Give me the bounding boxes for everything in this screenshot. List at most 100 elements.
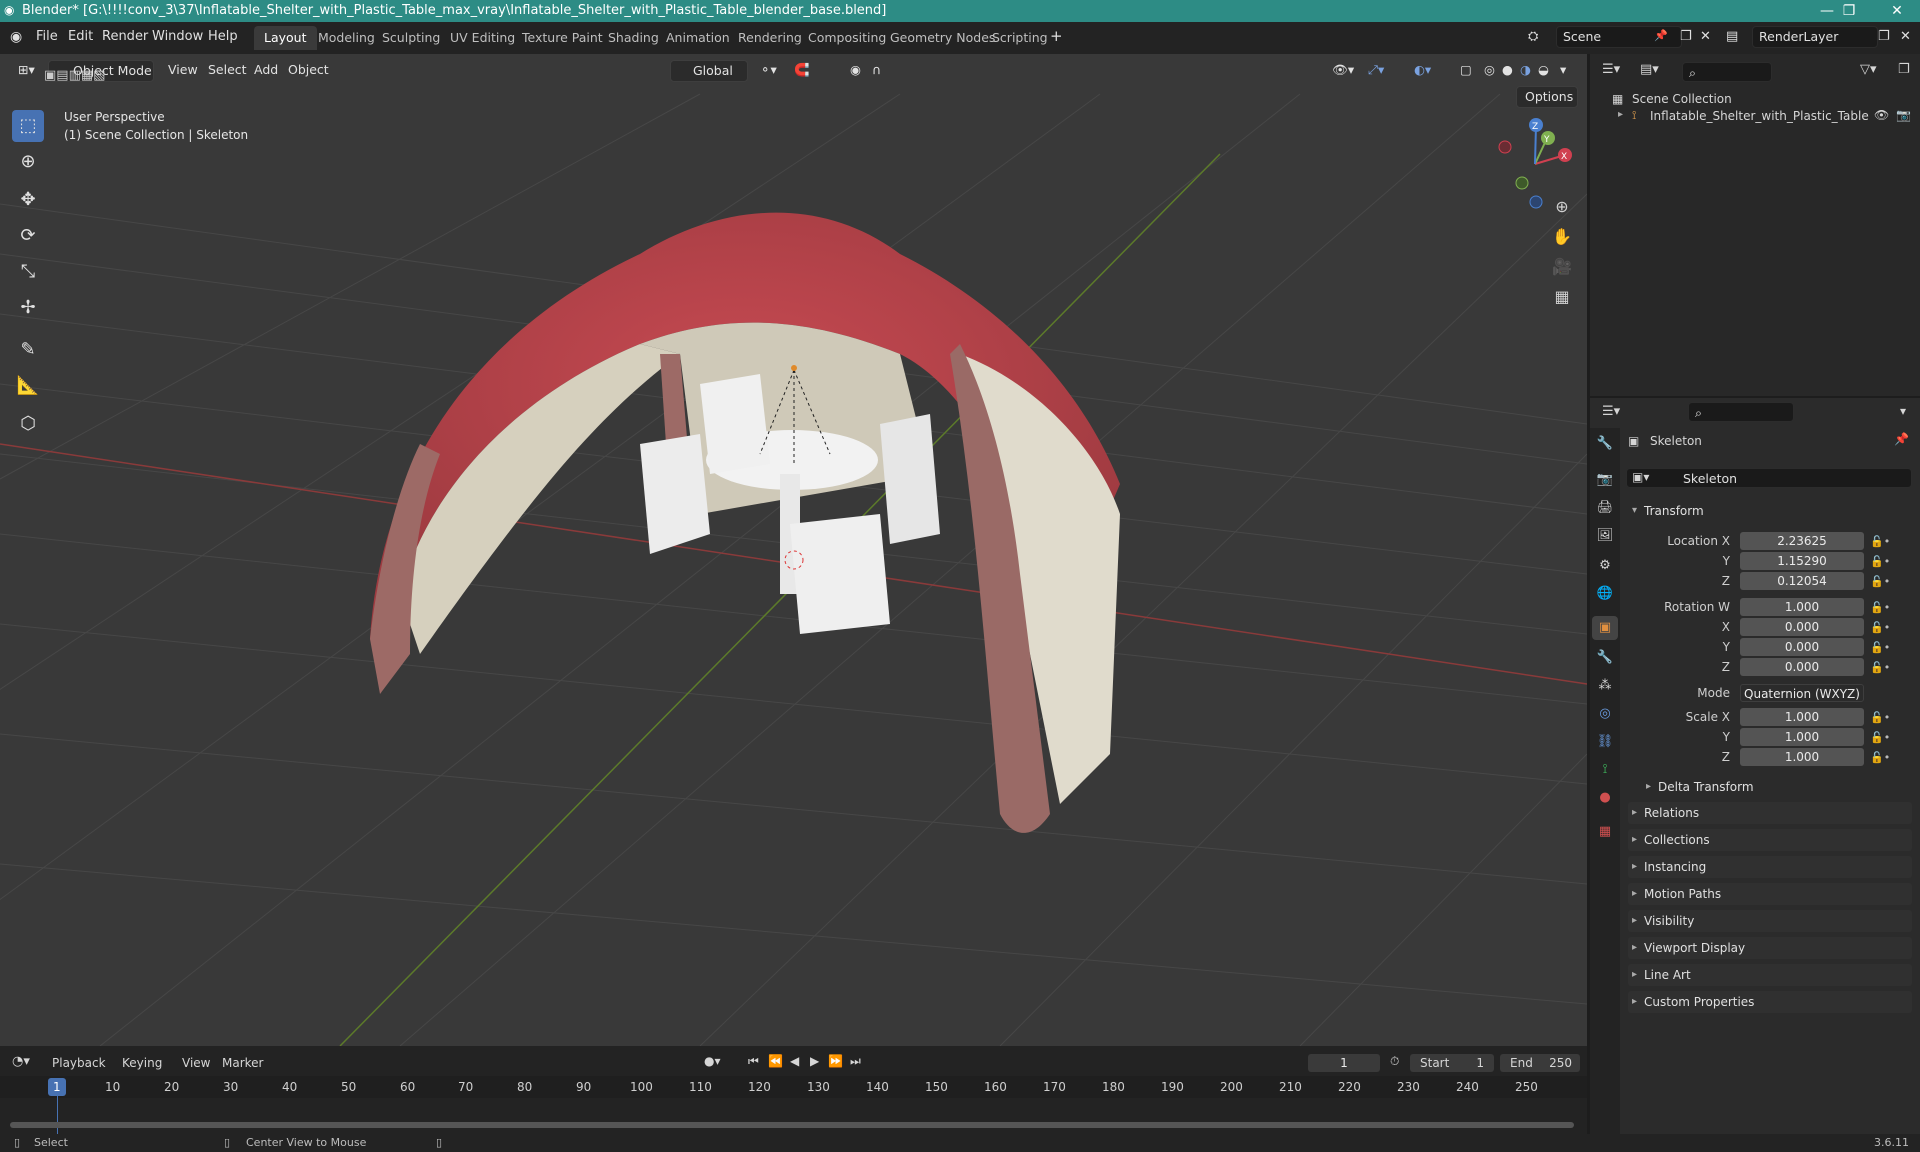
frame-end-field[interactable]: End 250: [1500, 1054, 1580, 1072]
menu-render[interactable]: Render: [102, 29, 148, 44]
particles-tab-icon[interactable]: ⁂: [1592, 674, 1618, 698]
material-tab-icon[interactable]: ●: [1592, 786, 1618, 810]
rotation-y-field[interactable]: 0.000: [1740, 638, 1864, 656]
transform-panel-header[interactable]: ▾ Transform: [1628, 500, 1912, 522]
xray-icon[interactable]: ▢: [1460, 62, 1472, 77]
scale-x-field[interactable]: 1.000: [1740, 708, 1864, 726]
editor-type-dropdown[interactable]: ⊞▾: [10, 60, 44, 82]
modifier-tab-icon[interactable]: 🔧: [1592, 646, 1618, 670]
properties-options-icon[interactable]: ▾: [1900, 404, 1906, 418]
timeline-editor-icon[interactable]: ◔▾: [12, 1054, 30, 1069]
next-keyframe-icon[interactable]: ⏩: [828, 1054, 843, 1068]
delete-view-layer-icon[interactable]: ✕: [1900, 29, 1911, 44]
menu-marker[interactable]: Marker: [222, 1056, 263, 1070]
menu-add[interactable]: Add: [254, 62, 278, 77]
scale-z-field[interactable]: 1.000: [1740, 748, 1864, 766]
move-tool[interactable]: ✥: [12, 184, 44, 216]
pivot-icon[interactable]: ⚬▾: [760, 62, 777, 77]
properties-search-input[interactable]: ⌕: [1688, 402, 1794, 422]
scene-collection-label[interactable]: Scene Collection: [1632, 92, 1732, 106]
menu-help[interactable]: Help: [208, 29, 238, 44]
render-tab-icon[interactable]: 📷: [1592, 468, 1618, 492]
viewport-display-panel[interactable]: ▸ Viewport Display: [1628, 937, 1912, 959]
tab-sculpting[interactable]: Sculpting: [372, 26, 450, 50]
new-collection-icon[interactable]: ❐: [1898, 62, 1910, 77]
add-workspace-icon[interactable]: +: [1050, 27, 1063, 45]
add-cube-tool[interactable]: ⬡: [12, 408, 44, 440]
eye-icon[interactable]: 👁: [1874, 108, 1889, 122]
orientation-dropdown[interactable]: Global: [670, 60, 748, 82]
tab-scripting[interactable]: Scripting: [982, 26, 1058, 50]
select-box-mode-icons[interactable]: ▣▤▥▦▧: [44, 68, 105, 83]
relations-panel[interactable]: ▸ Relations: [1628, 802, 1912, 824]
new-view-layer-icon[interactable]: ❐: [1878, 29, 1890, 44]
object-name-field[interactable]: Skeleton: [1626, 468, 1912, 488]
scale-tool[interactable]: ⤡: [12, 256, 44, 288]
lock-icon[interactable]: 🔓• 🔓• 🔓•: [1870, 708, 1890, 768]
frame-start-field[interactable]: Start 1: [1410, 1054, 1494, 1072]
camera-render-icon[interactable]: 📷: [1896, 108, 1911, 122]
object-tab-icon[interactable]: ▣: [1592, 616, 1618, 640]
zoom-icon[interactable]: ⊕: [1547, 192, 1577, 222]
properties-editor-icon[interactable]: ☰▾: [1602, 404, 1620, 419]
menu-edit[interactable]: Edit: [68, 29, 93, 44]
solid-shading-icon[interactable]: ●: [1502, 62, 1513, 77]
close-button[interactable]: ✕: [1874, 0, 1920, 22]
constraints-tab-icon[interactable]: ⛓: [1592, 730, 1618, 754]
pin-icon[interactable]: 📌: [1654, 29, 1668, 42]
delta-transform-row[interactable]: ▸ Delta Transform: [1642, 776, 1912, 798]
perspective-toggle-icon[interactable]: ▦: [1547, 282, 1577, 312]
menu-keying[interactable]: Keying: [122, 1056, 162, 1070]
current-frame-field[interactable]: 1: [1308, 1054, 1380, 1072]
new-scene-icon[interactable]: ❐: [1680, 29, 1692, 44]
rendered-shading-icon[interactable]: ◒: [1538, 62, 1549, 77]
outliner-item[interactable]: Inflatable_Shelter_with_Plastic_Table: [1650, 109, 1869, 123]
instancing-panel[interactable]: ▸ Instancing: [1628, 856, 1912, 878]
shading-options-icon[interactable]: ▾: [1560, 62, 1566, 77]
menu-file[interactable]: File: [36, 29, 58, 44]
location-x-field[interactable]: 2.23625: [1740, 532, 1864, 550]
maximize-button[interactable]: ❐: [1826, 0, 1872, 22]
physics-tab-icon[interactable]: ◎: [1592, 702, 1618, 726]
view-layer-tab-icon[interactable]: 🖼: [1592, 524, 1618, 548]
world-tab-icon[interactable]: 🌐: [1592, 582, 1618, 606]
scene-tab-icon[interactable]: ⚙: [1592, 554, 1618, 578]
menu-view[interactable]: View: [168, 62, 198, 77]
annotate-tool[interactable]: ✎: [12, 334, 44, 366]
data-tab-icon[interactable]: ⟟: [1592, 758, 1618, 782]
select-box-tool[interactable]: ⬚: [12, 110, 44, 142]
rotation-w-field[interactable]: 1.000: [1740, 598, 1864, 616]
wireframe-shading-icon[interactable]: ◎: [1484, 62, 1495, 77]
scale-y-field[interactable]: 1.000: [1740, 728, 1864, 746]
menu-view[interactable]: View: [182, 1056, 210, 1070]
view-layer-icon[interactable]: ▤: [1726, 29, 1738, 44]
3d-viewport[interactable]: X Y Z ⊞▾ Object Mode View Select Add Obj…: [0, 54, 1587, 1046]
gizmo-toggle-icon[interactable]: ⤢▾: [1368, 62, 1384, 78]
jump-start-icon[interactable]: ⏮: [748, 1054, 759, 1069]
lock-icon[interactable]: 🔓• 🔓• 🔓•: [1870, 532, 1890, 592]
falloff-icon[interactable]: ∩: [872, 62, 881, 77]
location-z-field[interactable]: 0.12054: [1740, 572, 1864, 590]
cursor-tool[interactable]: ⊕: [12, 146, 44, 178]
rotate-tool[interactable]: ⟳: [12, 220, 44, 252]
menu-playback[interactable]: Playback: [52, 1056, 106, 1070]
texture-tab-icon[interactable]: ▦: [1592, 820, 1618, 844]
blender-menu-icon[interactable]: ◉: [10, 29, 22, 45]
expand-arrow-icon[interactable]: ▸: [1618, 109, 1623, 120]
rotation-z-field[interactable]: 0.000: [1740, 658, 1864, 676]
visibility-icon[interactable]: 👁▾: [1332, 62, 1354, 78]
delete-scene-icon[interactable]: ✕: [1700, 29, 1711, 44]
pin-properties-icon[interactable]: 📌: [1894, 432, 1909, 446]
outliner-search-input[interactable]: ⌕: [1682, 62, 1772, 82]
filter-icon[interactable]: ▽▾: [1860, 62, 1877, 77]
lock-icon[interactable]: 🔓• 🔓• 🔓• 🔓•: [1870, 598, 1890, 678]
measure-tool[interactable]: 📐: [12, 370, 44, 402]
play-icon[interactable]: ▶: [810, 1054, 819, 1068]
tool-tab-icon[interactable]: 🔧: [1592, 432, 1618, 456]
material-shading-icon[interactable]: ◑: [1520, 62, 1531, 77]
play-reverse-icon[interactable]: ◀: [790, 1054, 799, 1068]
snap-icon[interactable]: 🧲: [794, 62, 810, 78]
proportional-edit-icon[interactable]: ◉: [850, 62, 861, 77]
record-icon[interactable]: ●▾: [704, 1054, 721, 1068]
transform-tool[interactable]: ✢: [12, 292, 44, 324]
